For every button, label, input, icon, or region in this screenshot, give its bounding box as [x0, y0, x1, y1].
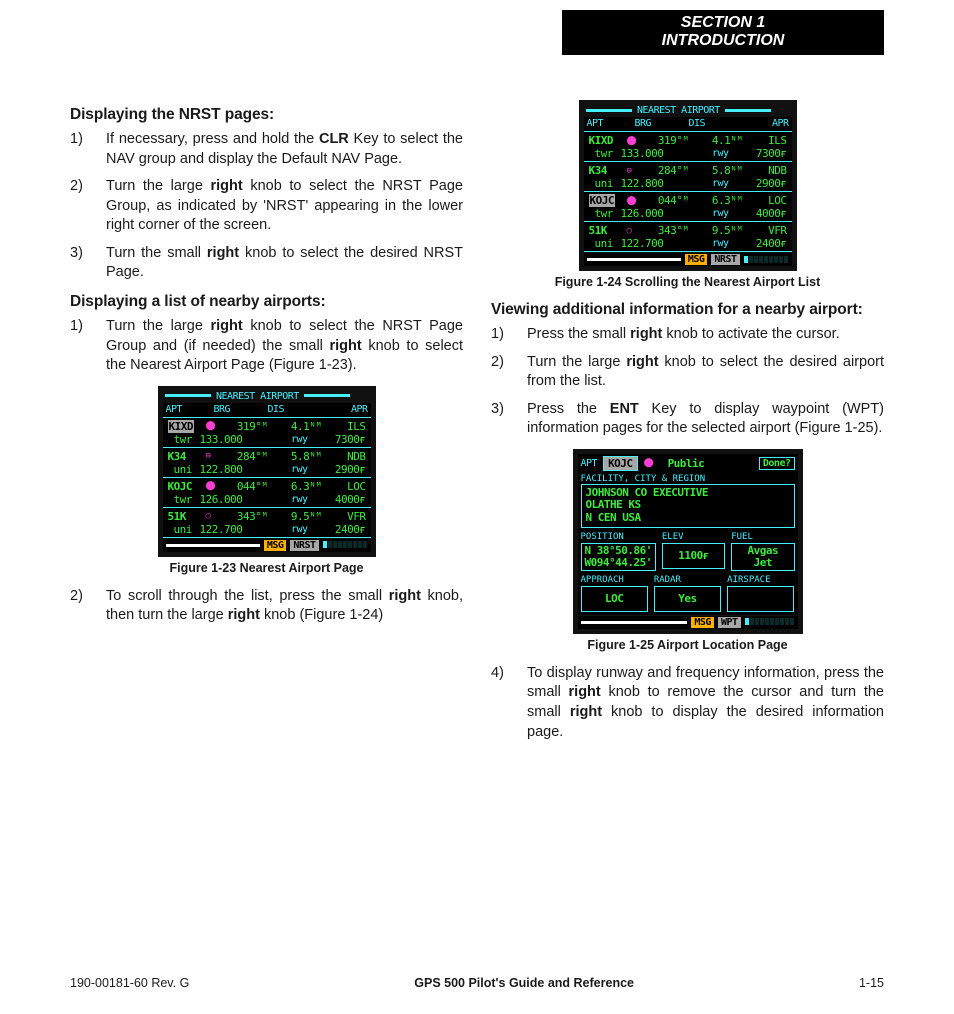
step-body: If necessary, press and hold the CLR Key…: [106, 130, 463, 169]
step-body: Turn the large right knob to select the …: [106, 177, 463, 236]
caption-fig25: Figure 1-25 Airport Location Page: [491, 638, 884, 652]
step-num: 1): [70, 317, 88, 376]
step-num: 1): [491, 325, 509, 345]
footer-left: 190-00181-60 Rev. G: [70, 976, 189, 990]
gps-headers: APTBRGDISAPR: [584, 117, 792, 132]
step-item: 2) Turn the large right knob to select th…: [491, 353, 884, 392]
airspace-cell: [727, 586, 794, 612]
list-viewing-steps: 1) Press the small right knob to activate…: [491, 325, 884, 439]
gps-title: NEAREST AIRPORT: [163, 391, 371, 403]
step-num: 4): [491, 664, 509, 742]
facility-box: JOHNSON CO EXECUTIVEOLATHE KSN CEN USA: [581, 484, 795, 528]
gps-footer: MSGNRST: [584, 252, 792, 266]
page-footer: 190-00181-60 Rev. G GPS 500 Pilot's Guid…: [70, 976, 884, 990]
step-p2a: 1) Turn the large right knob to select t…: [70, 317, 463, 376]
done-button[interactable]: Done?: [759, 457, 795, 470]
step-p2b: 2) To scroll through the list, press the…: [70, 587, 463, 626]
footer-center: GPS 500 Pilot's Guide and Reference: [414, 976, 634, 990]
step-num: 3): [491, 400, 509, 439]
airport-row: KOJC⬤044°ᴹ6.3ᴺᴹLOCtwr126.000rwy4000ғ: [163, 478, 371, 508]
heading-nearby-airports: Displaying a list of nearby airports:: [70, 293, 463, 311]
airport-row: KIXD⬤319°ᴹ4.1ᴺᴹILStwr133.000rwy7300ғ: [584, 132, 792, 162]
step-num: 2): [70, 177, 88, 236]
section-line2: INTRODUCTION: [572, 32, 874, 50]
step-item: 1) Press the small right knob to activate…: [491, 325, 884, 345]
step-num: 2): [491, 353, 509, 392]
heading-nrst-pages: Displaying the NRST pages:: [70, 106, 463, 124]
gps-footer: MSGNRST: [163, 538, 371, 552]
step-num: 3): [70, 244, 88, 283]
step-body: Press the ENT Key to display waypoint (W…: [527, 400, 884, 439]
step-body: To display runway and frequency informat…: [527, 664, 884, 742]
gps-screen-fig23: NEAREST AIRPORT APTBRGDISAPRKIXD⬤319°ᴹ4.…: [158, 386, 376, 557]
gps-headers: APTBRGDISAPR: [163, 403, 371, 418]
left-column: Displaying the NRST pages: 1) If necessar…: [70, 100, 463, 752]
section-line1: SECTION 1: [572, 14, 874, 32]
list-nrst-steps: 1) If necessary, press and hold the CLR K…: [70, 130, 463, 283]
fuel-cell: AvgasJet: [731, 543, 794, 571]
gps-screen-fig25: APTKOJC⬤PublicDone?FACILITY, CITY & REGI…: [573, 449, 803, 634]
step-item: 3) Press the ENT Key to display waypoint …: [491, 400, 884, 439]
apt-id: KOJC: [603, 456, 638, 471]
step-p4: 4) To display runway and frequency infor…: [491, 664, 884, 742]
right-column: NEAREST AIRPORT APTBRGDISAPRKIXD⬤319°ᴹ4.…: [491, 100, 884, 752]
apt-topline: APTKOJC⬤PublicDone?: [578, 454, 798, 473]
step-item: 2) Turn the large right knob to select th…: [70, 177, 463, 236]
radar-cell: Yes: [654, 586, 721, 612]
elev-cell: 1100ғ: [662, 543, 725, 569]
step-body: Turn the large right knob to select the …: [106, 317, 463, 376]
step-item: 3) Turn the small right knob to select th…: [70, 244, 463, 283]
caption-fig23: Figure 1-23 Nearest Airport Page: [70, 561, 463, 575]
gps-screen-fig24: NEAREST AIRPORT APTBRGDISAPRKIXD⬤319°ᴹ4.…: [579, 100, 797, 271]
airport-row: KIXD⬤319°ᴹ4.1ᴺᴹILStwr133.000rwy7300ғ: [163, 418, 371, 448]
list-nearby-steps-a: 1) Turn the large right knob to select t…: [70, 317, 463, 376]
approach-cell: LOC: [581, 586, 648, 612]
figure-1-23: NEAREST AIRPORT APTBRGDISAPRKIXD⬤319°ᴹ4.…: [70, 386, 463, 575]
figure-1-25: APTKOJC⬤PublicDone?FACILITY, CITY & REGI…: [491, 449, 884, 652]
step-body: To scroll through the list, press the sm…: [106, 587, 463, 626]
step-body: Turn the small right knob to select the …: [106, 244, 463, 283]
airport-row: KOJC⬤044°ᴹ6.3ᴺᴹLOCtwr126.000rwy4000ғ: [584, 192, 792, 222]
airport-row: K34⊖284°ᴹ5.8ᴺᴹNDBuni122.800rwy2900ғ: [584, 162, 792, 192]
figure-1-24: NEAREST AIRPORT APTBRGDISAPRKIXD⬤319°ᴹ4.…: [491, 100, 884, 289]
list-nearby-steps-b: 2) To scroll through the list, press the…: [70, 587, 463, 626]
step-item: 1) If necessary, press and hold the CLR K…: [70, 130, 463, 169]
heading-viewing-info: Viewing additional information for a nea…: [491, 301, 884, 319]
airport-row: 51K○343°ᴹ9.5ᴺᴹVFRuni122.700rwy2400ғ: [584, 222, 792, 252]
gps-title: NEAREST AIRPORT: [584, 105, 792, 117]
airport-row: 51K○343°ᴹ9.5ᴺᴹVFRuni122.700rwy2400ғ: [163, 508, 371, 538]
airport-row: K34⊖284°ᴹ5.8ᴺᴹNDBuni122.800rwy2900ғ: [163, 448, 371, 478]
caption-fig24: Figure 1-24 Scrolling the Nearest Airpor…: [491, 275, 884, 289]
step-num: 1): [70, 130, 88, 169]
footer-right: 1-15: [859, 976, 884, 990]
step-body: Turn the large right knob to select the …: [527, 353, 884, 392]
step-body: Press the small right knob to activate t…: [527, 325, 884, 345]
list-viewing-step4: 4) To display runway and frequency infor…: [491, 664, 884, 742]
step-num: 2): [70, 587, 88, 626]
section-header: SECTION 1 INTRODUCTION: [562, 10, 884, 55]
position-cell: N 38°50.86'W094°44.25': [581, 543, 656, 571]
gps-footer: MSGWPT: [578, 615, 798, 629]
